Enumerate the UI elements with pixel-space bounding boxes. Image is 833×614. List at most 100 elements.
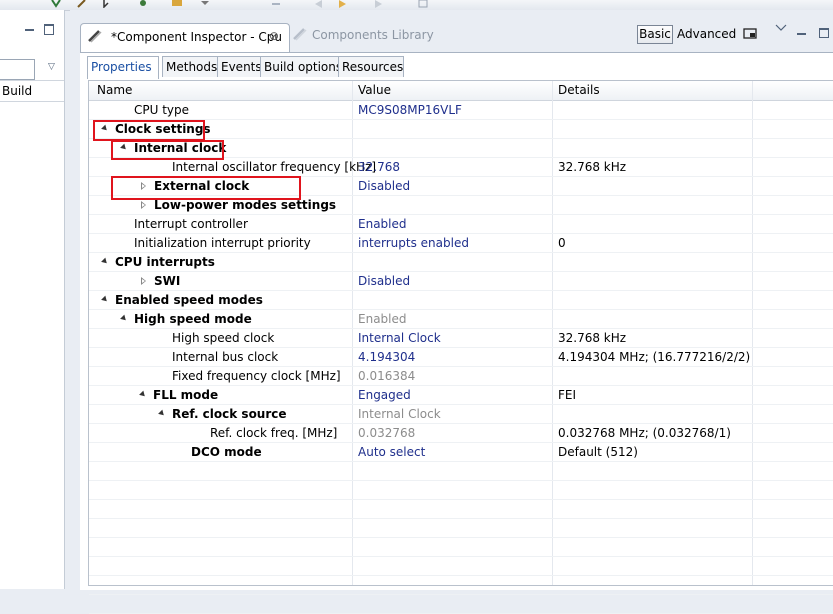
property-details: 0.032768 MHz; (0.032768/1)	[558, 426, 731, 440]
dropdown-arrow-icon[interactable]	[198, 0, 212, 8]
table-row[interactable]: Ref. clock source Internal Clock	[89, 405, 833, 424]
minimize-icon[interactable]	[25, 29, 34, 31]
close-tab-icon[interactable]: ⊘	[269, 29, 279, 43]
library-icon	[293, 28, 307, 41]
nav-forward-icon[interactable]	[336, 0, 350, 8]
maximize-icon[interactable]	[819, 28, 829, 38]
component-icon	[88, 30, 102, 43]
table-row[interactable]: High speed clock Internal Clock 32.768 kHz	[89, 329, 833, 348]
table-row[interactable]: Ref. clock freq. [MHz] 0.032768 0.032768 M…	[89, 424, 833, 443]
expanded-triangle-icon[interactable]	[101, 257, 109, 266]
property-name: Initialization interrupt priority	[134, 236, 311, 250]
tab-properties[interactable]: Properties	[87, 56, 159, 79]
pointer-icon[interactable]	[100, 0, 114, 8]
tab-component-inspector[interactable]: *Component Inspector - Cpu ⊘	[80, 23, 290, 52]
property-value[interactable]: MC9S08MP16VLF	[358, 101, 462, 119]
table-row[interactable]: Internal bus clock 4.194304 4.194304 MHz; …	[89, 348, 833, 367]
column-header-name[interactable]: Name	[97, 81, 132, 100]
table-row[interactable]: CPU type MC9S08MP16VLF	[89, 101, 833, 120]
property-grid: Name Value Details CPU type MC9S08MP16VLF…	[88, 80, 833, 614]
property-value[interactable]: 0.016384	[358, 367, 415, 385]
property-name: FLL mode	[153, 388, 219, 402]
build-column-header[interactable]: Build	[2, 84, 32, 98]
property-name: Ref. clock freq. [MHz]	[210, 426, 338, 440]
view-menu-icon[interactable]: ▽	[48, 62, 55, 72]
column-header-value[interactable]: Value	[358, 81, 391, 100]
filter-input[interactable]	[0, 59, 35, 80]
table-row[interactable]: Initialization interrupt priority interru…	[89, 234, 833, 253]
empty-row	[89, 481, 833, 500]
basic-mode-button[interactable]: Basic	[637, 25, 673, 44]
divider	[0, 80, 64, 81]
column-header-details[interactable]: Details	[558, 81, 600, 100]
nav-next-icon[interactable]	[372, 0, 386, 8]
property-value[interactable]: Disabled	[358, 272, 410, 290]
collapsed-triangle-icon[interactable]	[141, 201, 146, 209]
property-value[interactable]: 4.194304	[358, 348, 415, 366]
tab-events[interactable]: Events	[217, 56, 263, 77]
table-row[interactable]: High speed mode Enabled	[89, 310, 833, 329]
tab-resources[interactable]: Resources	[338, 56, 404, 77]
property-value[interactable]: 0.032768	[358, 424, 415, 442]
property-details: 32.768 kHz	[558, 331, 627, 345]
property-value[interactable]: Disabled	[358, 177, 410, 195]
tool-icon[interactable]	[170, 0, 184, 8]
property-name: High speed mode	[134, 312, 252, 326]
view-menu-icon[interactable]	[775, 24, 787, 32]
nav-prev-icon[interactable]	[312, 0, 326, 8]
left-view-panel: ▽ Build	[0, 10, 65, 589]
property-value[interactable]: Enabled	[358, 310, 407, 328]
table-row[interactable]: DCO mode Auto select Default (512)	[89, 443, 833, 462]
table-row[interactable]: Enabled speed modes	[89, 291, 833, 310]
table-row[interactable]: Fixed frequency clock [MHz] 0.016384	[89, 367, 833, 386]
empty-row	[89, 576, 833, 595]
collapsed-triangle-icon[interactable]	[141, 277, 146, 285]
property-name: Enabled speed modes	[115, 293, 263, 307]
property-name: CPU type	[134, 103, 190, 117]
page-icon[interactable]	[416, 0, 430, 8]
property-value[interactable]: 32.768	[358, 158, 400, 176]
property-details: 0	[558, 236, 566, 250]
tab-title: *Component Inspector - Cpu	[111, 30, 283, 44]
property-value[interactable]: Enabled	[358, 215, 407, 233]
property-value[interactable]: Engaged	[358, 386, 411, 404]
expanded-triangle-icon[interactable]	[139, 390, 147, 399]
nav-back-icon[interactable]	[270, 0, 284, 8]
table-row[interactable]: Interrupt controller Enabled	[89, 215, 833, 234]
maximize-icon[interactable]	[44, 24, 54, 35]
minimize-icon[interactable]	[797, 33, 806, 35]
expanded-triangle-icon[interactable]	[120, 314, 128, 323]
table-row[interactable]: CPU interrupts	[89, 253, 833, 272]
divider	[0, 101, 64, 102]
wand-icon[interactable]	[75, 0, 89, 8]
property-name: Interrupt controller	[134, 217, 248, 231]
view-toggle-icon[interactable]	[743, 28, 757, 39]
property-value[interactable]: Internal Clock	[358, 405, 441, 423]
empty-row	[89, 500, 833, 519]
property-value[interactable]: interrupts enabled	[358, 234, 469, 252]
table-row[interactable]: FLL mode Engaged FEI	[89, 386, 833, 405]
tab-methods[interactable]: Methods	[162, 56, 220, 77]
empty-row	[89, 462, 833, 481]
property-name: High speed clock	[172, 331, 275, 345]
tab-build-options[interactable]: Build options	[260, 56, 342, 77]
run-icon[interactable]	[50, 0, 64, 8]
property-name: Ref. clock source	[172, 407, 287, 421]
property-details: 4.194304 MHz; (16.777216/2/2)	[558, 350, 751, 364]
table-row[interactable]: Internal oscillator frequency [kHz] 32.76…	[89, 158, 833, 177]
debug-icon[interactable]	[136, 0, 150, 8]
empty-row	[89, 538, 833, 557]
property-details: 32.768 kHz	[558, 160, 627, 174]
expanded-triangle-icon[interactable]	[101, 295, 109, 304]
expanded-triangle-icon[interactable]	[158, 409, 166, 418]
highlight-box	[93, 120, 205, 141]
empty-row	[89, 557, 833, 576]
property-name: SWI	[154, 274, 181, 288]
property-value[interactable]: Auto select	[358, 443, 425, 461]
advanced-mode-button[interactable]: Advanced	[677, 27, 736, 41]
property-value[interactable]: Internal Clock	[358, 329, 441, 347]
property-name: CPU interrupts	[115, 255, 215, 269]
property-name: Fixed frequency clock [MHz]	[172, 369, 341, 383]
table-row[interactable]: SWI Disabled	[89, 272, 833, 291]
tab-title: Components Library	[312, 28, 434, 42]
